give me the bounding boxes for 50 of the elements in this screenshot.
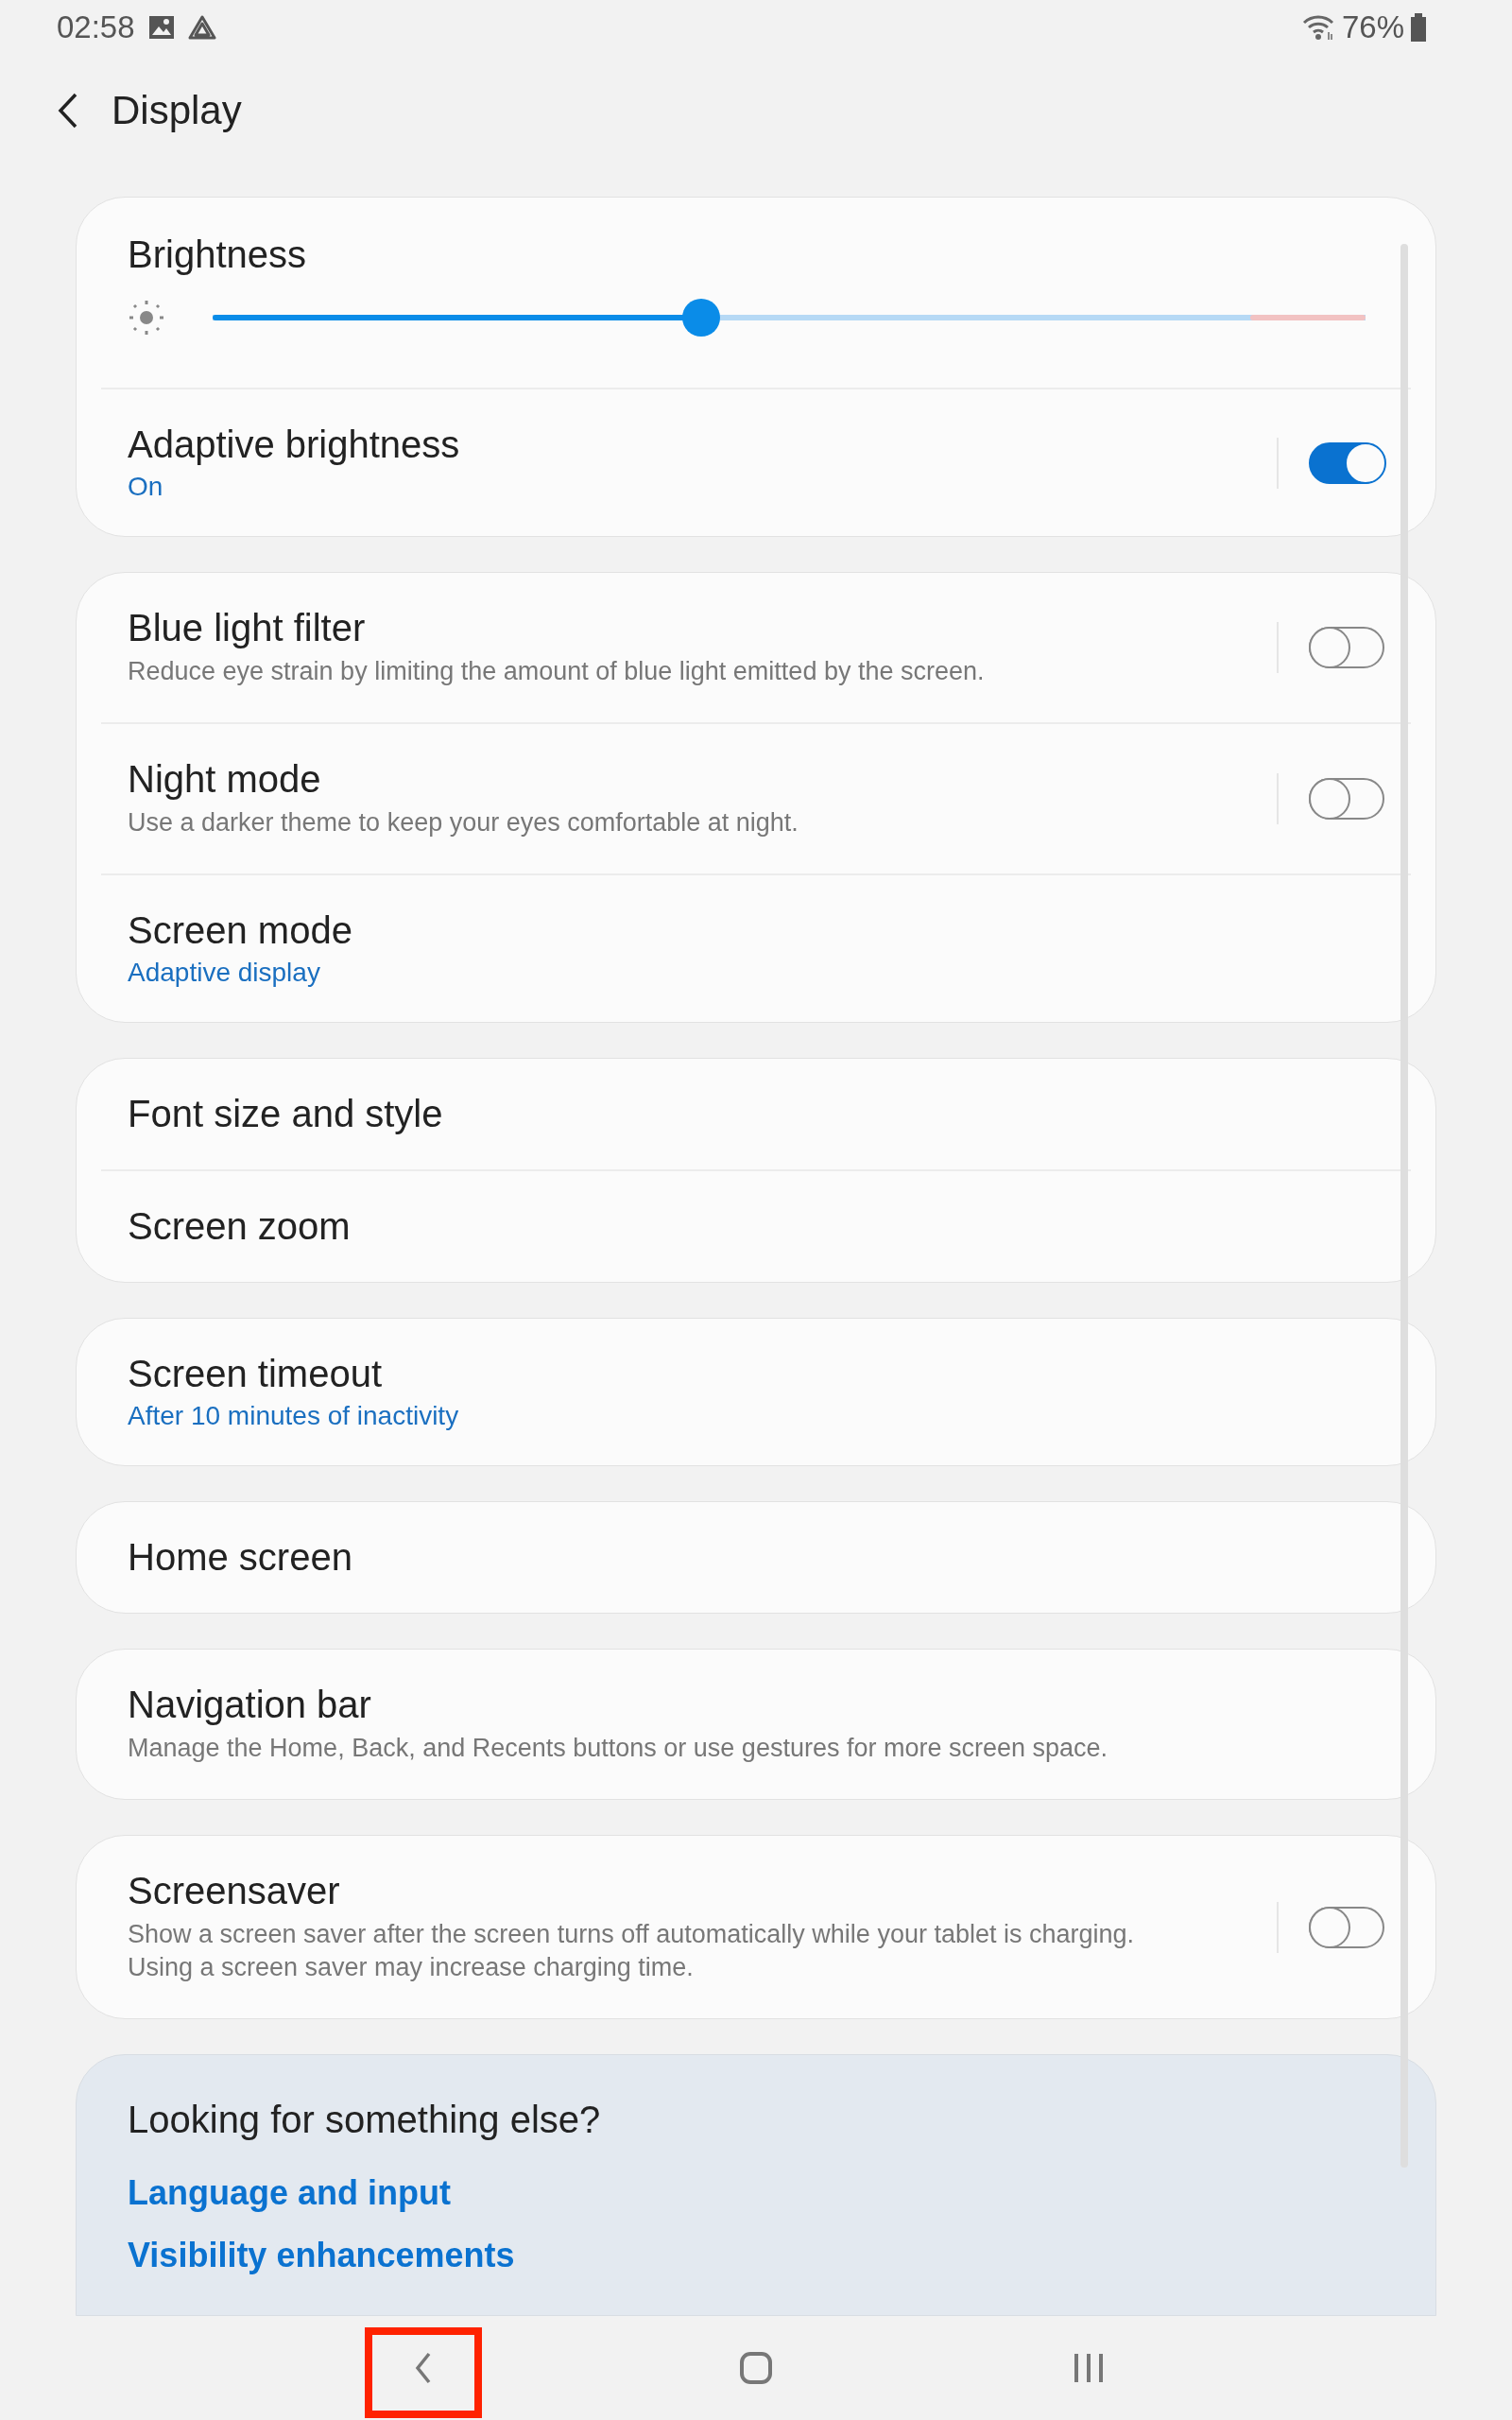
slider-row[interactable]: Brightness bbox=[101, 198, 1411, 388]
suggestion-title: Looking for something else? bbox=[128, 2099, 602, 2142]
wifi-icon bbox=[1301, 13, 1336, 42]
suggestion-link[interactable]: Language and input bbox=[128, 2173, 1384, 2214]
setting-title: Screen timeout bbox=[128, 1353, 384, 1396]
setting-value: On bbox=[128, 472, 164, 502]
setting-row[interactable]: Night mode Use a darker theme to keep your eyes comfortable at night. bbox=[101, 722, 1411, 874]
scrollbar[interactable] bbox=[1400, 244, 1408, 2168]
setting-row[interactable]: Home screen bbox=[101, 1502, 1411, 1614]
setting-title: Home screen bbox=[128, 1536, 353, 1580]
setting-value: After 10 minutes of inactivity bbox=[128, 1401, 460, 1432]
back-icon bbox=[414, 2351, 433, 2385]
setting-value: Adaptive display bbox=[128, 958, 321, 989]
setting-title: Screen mode bbox=[128, 909, 353, 953]
setting-summary: Use a darker theme to keep your eyes comfortable at night. bbox=[128, 807, 799, 839]
setting-row[interactable]: Navigation bar Manage the Home, Back, and Recents buttons or use gestures for more screen space. bbox=[101, 1650, 1411, 1800]
setting-row[interactable]: Screen timeout After 10 minutes of inactivity bbox=[101, 1319, 1411, 1466]
setting-title: Brightness bbox=[128, 233, 307, 276]
setting-row[interactable]: Blue light filter Reduce eye strain by limiting the amount of blue light emitted by the screen. bbox=[101, 573, 1411, 723]
setting-title: Blue light filter bbox=[128, 607, 367, 649]
setting-title: Night mode bbox=[128, 758, 322, 802]
setting-row[interactable]: Screen zoom bbox=[101, 1169, 1411, 1283]
back-icon bbox=[57, 92, 79, 130]
setting-row[interactable]: Screen mode Adaptive display bbox=[101, 873, 1411, 1023]
toggle-switch[interactable] bbox=[1309, 627, 1384, 669]
toggle-switch[interactable] bbox=[1309, 778, 1384, 821]
triangle-icon bbox=[187, 15, 216, 40]
setting-title: Adaptive brightness bbox=[128, 424, 461, 466]
setting-summary: Reduce eye strain by limiting the amount of blue light emitted by the screen. bbox=[128, 656, 986, 687]
slider-thumb[interactable] bbox=[682, 299, 721, 337]
toggle-switch[interactable] bbox=[1309, 1906, 1384, 1948]
brightness-icon bbox=[128, 299, 165, 337]
battery-level: 76% bbox=[1341, 9, 1404, 45]
setting-row[interactable]: Font size and style bbox=[101, 1059, 1411, 1170]
setting-title: Screen zoom bbox=[128, 1205, 352, 1249]
toggle-switch[interactable] bbox=[1309, 441, 1384, 484]
setting-title: Navigation bar bbox=[128, 1684, 372, 1727]
setting-summary: Manage the Home, Back, and Recents buttons or use gestures for more screen space. bbox=[128, 1733, 1109, 1765]
battery-icon bbox=[1410, 13, 1427, 42]
setting-title: Font size and style bbox=[128, 1093, 444, 1136]
home-icon bbox=[739, 2351, 773, 2385]
recents-icon bbox=[1073, 2352, 1105, 2384]
image-icon bbox=[147, 15, 175, 40]
suggestion-link[interactable]: Visibility enhancements bbox=[128, 2236, 1384, 2276]
setting-title: Screensaver bbox=[128, 1870, 341, 1913]
setting-summary: Show a screen saver after the screen turns off automatically while your tablet is charging. Using a screen saver may increase charging time. bbox=[128, 1919, 1136, 1984]
setting-row[interactable]: Adaptive brightness On bbox=[101, 388, 1411, 536]
page-title: Display bbox=[112, 88, 242, 133]
setting-row[interactable]: Screensaver Show a screen saver after the screen turns off automatically while your tablet is charging. Using a screen saver may increase charging time. bbox=[101, 1836, 1411, 2019]
clock: 02:58 bbox=[57, 9, 135, 45]
